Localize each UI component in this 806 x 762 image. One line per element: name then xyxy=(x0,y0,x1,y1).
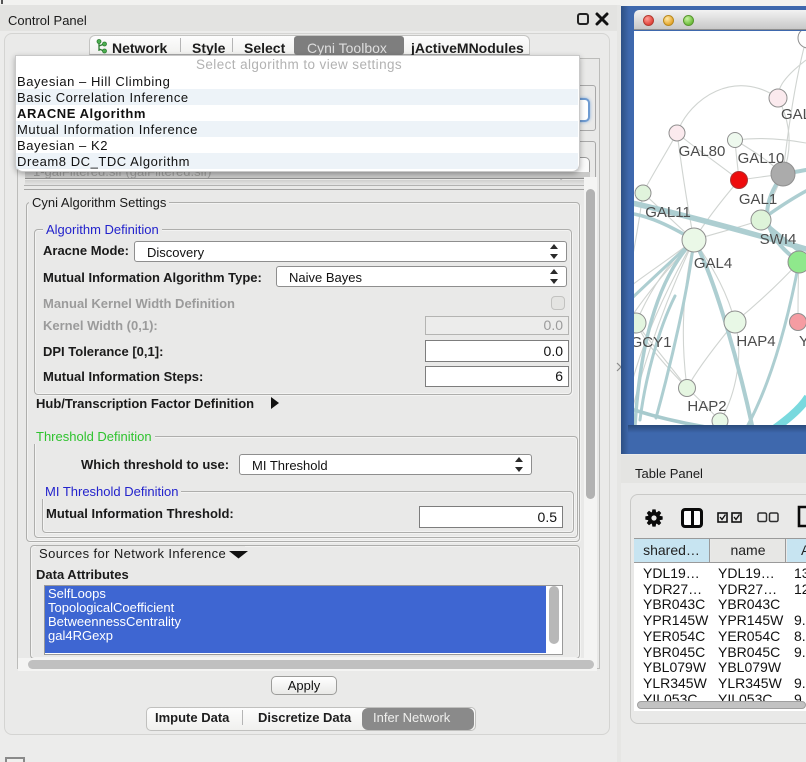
svg-text:HAP4: HAP4 xyxy=(736,333,775,350)
svg-text:SWI4: SWI4 xyxy=(760,231,797,248)
svg-text:GAL: GAL xyxy=(781,106,806,123)
svg-text:Y: Y xyxy=(799,333,806,350)
svg-text:HAP2: HAP2 xyxy=(687,398,726,415)
svg-text:GAL4: GAL4 xyxy=(694,255,732,272)
svg-text:GAL10: GAL10 xyxy=(738,150,785,167)
svg-text:GAL80: GAL80 xyxy=(679,143,726,160)
svg-text:GAL1: GAL1 xyxy=(739,191,777,208)
svg-text:GAL11: GAL11 xyxy=(645,204,691,221)
svg-text:GCY1: GCY1 xyxy=(634,334,671,351)
